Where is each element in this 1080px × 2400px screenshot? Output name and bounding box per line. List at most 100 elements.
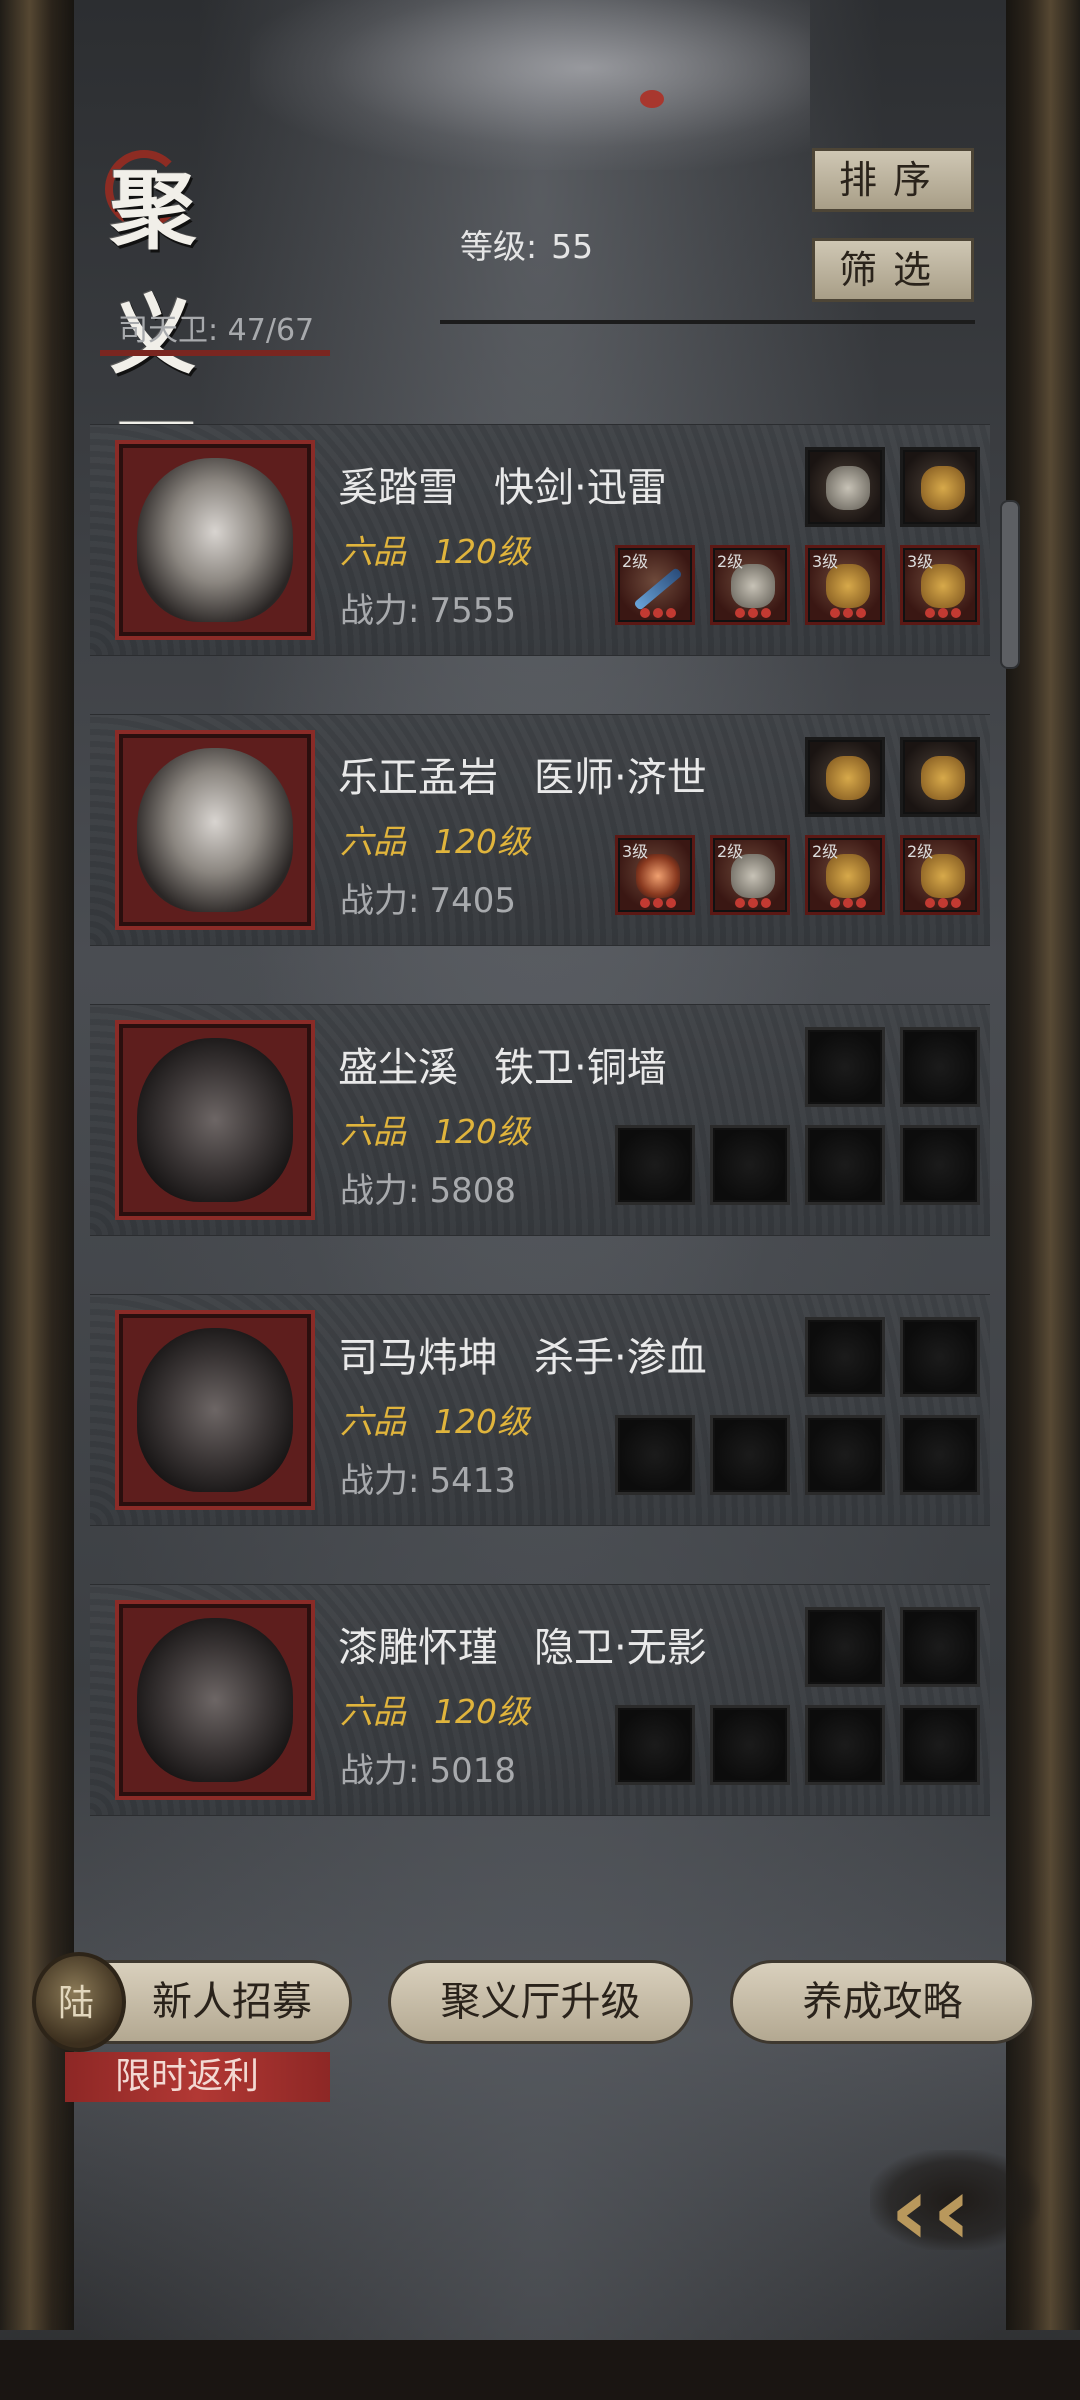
hall-level-label: 等级: bbox=[460, 227, 538, 266]
empty-equip-slot[interactable] bbox=[615, 1415, 695, 1495]
empty-equip-slot[interactable] bbox=[900, 1027, 980, 1107]
equip-level: 2级 bbox=[907, 842, 934, 861]
empty-equip-slot[interactable] bbox=[710, 1415, 790, 1495]
gem-socket-icon bbox=[951, 608, 961, 618]
gem-socket-icon bbox=[761, 898, 771, 908]
equip-slot[interactable]: 2级 bbox=[615, 545, 695, 625]
hero-power: 战力: 7555 bbox=[340, 583, 516, 632]
gem-socket-icon bbox=[653, 608, 663, 618]
equip-level: 2级 bbox=[717, 552, 744, 571]
equip-slot[interactable]: 3级 bbox=[615, 835, 695, 915]
list-scrollbar[interactable] bbox=[1000, 500, 1020, 669]
equip-level: 3级 bbox=[812, 552, 839, 571]
hero-name: 乐正孟岩 bbox=[338, 755, 498, 801]
hero-card[interactable]: 奚踏雪 快剑·迅雷 六品 120级 战力: 7555 2级 2级 3级 3级 bbox=[90, 425, 990, 655]
gem-socket-icon bbox=[925, 898, 935, 908]
empty-equip-slot[interactable] bbox=[805, 1415, 885, 1495]
equip-slot[interactable]: 3级 bbox=[900, 545, 980, 625]
gem-socket-icon bbox=[830, 898, 840, 908]
gem-socket-icon bbox=[748, 898, 758, 908]
empty-equip-slot[interactable] bbox=[900, 1705, 980, 1785]
hero-level: 120级 bbox=[434, 1112, 530, 1151]
hero-power: 战力: 5808 bbox=[340, 1163, 516, 1212]
hero-avatar bbox=[137, 1038, 293, 1202]
equip-level: 3级 bbox=[622, 842, 649, 861]
hero-card[interactable]: 司马炜坤 杀手·渗血 六品 120级 战力: 5413 bbox=[90, 1295, 990, 1525]
gem-socket-icon bbox=[735, 898, 745, 908]
equip-slot[interactable] bbox=[805, 737, 885, 817]
gem-socket-icon bbox=[640, 898, 650, 908]
empty-equip-slot[interactable] bbox=[615, 1705, 695, 1785]
empty-equip-slot[interactable] bbox=[900, 1317, 980, 1397]
equip-level: 2级 bbox=[717, 842, 744, 861]
gem-socket-icon bbox=[951, 898, 961, 908]
filter-button[interactable]: 筛选 bbox=[812, 238, 974, 302]
empty-equip-slot[interactable] bbox=[805, 1125, 885, 1205]
hero-card[interactable]: 乐正孟岩 医师·济世 六品 120级 战力: 7405 3级 2级 2级 2级 bbox=[90, 715, 990, 945]
hero-power-label: 战力: bbox=[340, 1461, 420, 1501]
equip-slot[interactable]: 2级 bbox=[710, 545, 790, 625]
hero-role: 铁卫·铜墙 bbox=[494, 1045, 667, 1091]
hero-portrait[interactable] bbox=[115, 1020, 315, 1220]
hero-role: 隐卫·无影 bbox=[534, 1625, 707, 1671]
gem-socket-icon bbox=[653, 898, 663, 908]
equip-slot[interactable]: 2级 bbox=[710, 835, 790, 915]
equip-slot[interactable]: 3级 bbox=[805, 545, 885, 625]
empty-equip-slot[interactable] bbox=[805, 1607, 885, 1687]
gem-socket-icon bbox=[666, 898, 676, 908]
hero-role: 杀手·渗血 bbox=[534, 1335, 707, 1381]
empty-equip-slot[interactable] bbox=[805, 1317, 885, 1397]
empty-equip-slot[interactable] bbox=[805, 1027, 885, 1107]
equip-slot[interactable] bbox=[900, 447, 980, 527]
guard-count-label: 司天卫: bbox=[118, 313, 219, 348]
chevron-left-icon: ‹ bbox=[932, 2155, 972, 2267]
empty-equip-slot[interactable] bbox=[900, 1415, 980, 1495]
hero-rank-line: 六品 120级 bbox=[340, 1105, 530, 1153]
hero-name-line: 漆雕怀瑾 隐卫·无影 bbox=[338, 1615, 707, 1673]
empty-equip-slot[interactable] bbox=[805, 1705, 885, 1785]
hall-upgrade-button[interactable]: 聚义厅升级 bbox=[388, 1960, 693, 2044]
hero-portrait[interactable] bbox=[115, 1600, 315, 1800]
hero-portrait[interactable] bbox=[115, 440, 315, 640]
sort-button[interactable]: 排序 bbox=[812, 148, 974, 212]
hero-power-label: 战力: bbox=[340, 591, 420, 631]
hall-level-value: 55 bbox=[551, 227, 594, 266]
equip-slot[interactable] bbox=[805, 447, 885, 527]
guard-count-value: 47/67 bbox=[227, 313, 315, 348]
hero-rank: 六品 bbox=[340, 822, 406, 861]
equip-slot[interactable] bbox=[900, 737, 980, 817]
empty-equip-slot[interactable] bbox=[900, 1125, 980, 1205]
hero-list[interactable]: 奚踏雪 快剑·迅雷 六品 120级 战力: 7555 2级 2级 3级 3级 乐正孟岩 医师·济世 六品… bbox=[90, 355, 990, 1825]
hero-card[interactable]: 漆雕怀瑾 隐卫·无影 六品 120级 战力: 5018 bbox=[90, 1585, 990, 1815]
gem-socket-icon bbox=[830, 608, 840, 618]
hero-level: 120级 bbox=[434, 822, 530, 861]
gem-socket-icon bbox=[748, 608, 758, 618]
flail-icon bbox=[826, 756, 870, 800]
empty-equip-slot[interactable] bbox=[710, 1125, 790, 1205]
hero-rank: 六品 bbox=[340, 1112, 406, 1151]
hero-rank: 六品 bbox=[340, 1402, 406, 1441]
hero-power-label: 战力: bbox=[340, 1751, 420, 1791]
hero-power-label: 战力: bbox=[340, 881, 420, 921]
equip-slot[interactable]: 2级 bbox=[805, 835, 885, 915]
back-button[interactable]: ‹ ‹ bbox=[870, 2135, 1040, 2267]
hero-power-value: 5808 bbox=[429, 1171, 516, 1211]
hero-name: 奚踏雪 bbox=[338, 465, 458, 511]
equip-slot[interactable]: 2级 bbox=[900, 835, 980, 915]
hero-role: 快剑·迅雷 bbox=[494, 465, 667, 511]
hero-portrait[interactable] bbox=[115, 1310, 315, 1510]
hero-power: 战力: 5413 bbox=[340, 1453, 516, 1502]
gem-socket-icon bbox=[938, 608, 948, 618]
empty-equip-slot[interactable] bbox=[710, 1705, 790, 1785]
empty-equip-slot[interactable] bbox=[900, 1607, 980, 1687]
hero-card[interactable]: 盛尘溪 铁卫·铜墙 六品 120级 战力: 5808 bbox=[90, 1005, 990, 1235]
guard-count: 司天卫: 47/67 bbox=[118, 305, 314, 349]
hero-portrait[interactable] bbox=[115, 730, 315, 930]
hero-level: 120级 bbox=[434, 1402, 530, 1441]
recruit-token-icon[interactable] bbox=[32, 1952, 126, 2052]
empty-equip-slot[interactable] bbox=[615, 1125, 695, 1205]
hero-rank-line: 六品 120级 bbox=[340, 1395, 530, 1443]
gem-socket-icon bbox=[666, 608, 676, 618]
promo-tag: 限时返利 bbox=[65, 2052, 330, 2102]
guide-button[interactable]: 养成攻略 bbox=[730, 1960, 1035, 2044]
